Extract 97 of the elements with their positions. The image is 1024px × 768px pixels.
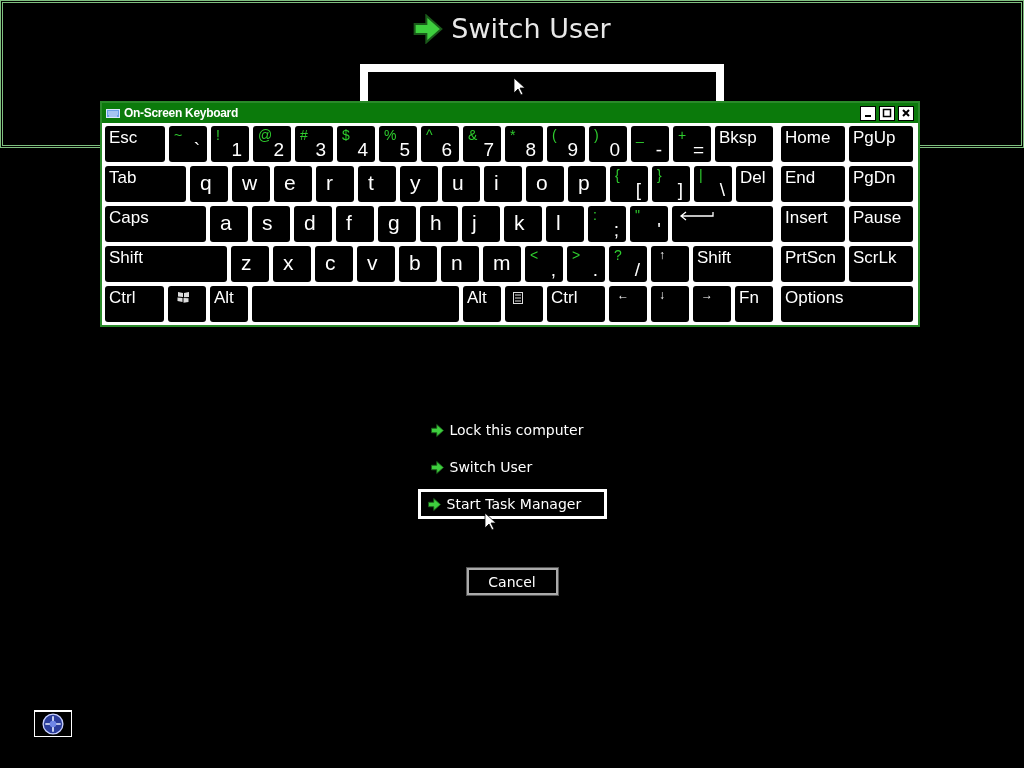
key[interactable]: PgUp <box>849 126 913 162</box>
key[interactable]: Alt <box>463 286 501 322</box>
ease-of-access-button[interactable] <box>34 710 72 737</box>
menu-key[interactable] <box>505 286 543 322</box>
key[interactable]: z <box>231 246 269 282</box>
key[interactable]: > . <box>567 246 605 282</box>
key[interactable]: q <box>190 166 228 202</box>
key[interactable]: → <box>693 286 731 322</box>
arrow-icon <box>429 422 445 438</box>
key[interactable]: ~ ` <box>169 126 207 162</box>
key[interactable]: # 3 <box>295 126 333 162</box>
key[interactable]: " ' <box>630 206 668 242</box>
key[interactable]: } ] <box>652 166 690 202</box>
maximize-button[interactable] <box>879 105 895 121</box>
option-item[interactable]: Switch User <box>417 452 607 482</box>
key[interactable]: Ctrl <box>105 286 164 322</box>
key[interactable]: Shift <box>693 246 773 282</box>
key[interactable]: x <box>273 246 311 282</box>
key[interactable]: y <box>400 166 438 202</box>
key[interactable]: < , <box>525 246 563 282</box>
key[interactable]: j <box>462 206 500 242</box>
option-item[interactable]: Lock this computer <box>417 415 607 445</box>
key[interactable]: Options <box>781 286 913 322</box>
key[interactable]: ! 1 <box>211 126 249 162</box>
key[interactable]: ← <box>609 286 647 322</box>
key[interactable]: Home <box>781 126 845 162</box>
key[interactable]: ) 0 <box>589 126 627 162</box>
arrow-icon <box>413 13 444 44</box>
arrow-icon <box>426 496 442 512</box>
key[interactable]: _ - <box>631 126 669 162</box>
key[interactable]: r <box>316 166 354 202</box>
key[interactable]: PrtScn <box>781 246 845 282</box>
key[interactable]: p <box>568 166 606 202</box>
key[interactable]: v <box>357 246 395 282</box>
key[interactable]: w <box>232 166 270 202</box>
key[interactable]: * 8 <box>505 126 543 162</box>
key[interactable]: Bksp <box>715 126 773 162</box>
key[interactable]: End <box>781 166 845 202</box>
key[interactable]: & 7 <box>463 126 501 162</box>
key[interactable]: h <box>420 206 458 242</box>
key[interactable]: @ 2 <box>253 126 291 162</box>
key[interactable]: i <box>484 166 522 202</box>
close-button[interactable] <box>898 105 914 121</box>
key[interactable]: ↑ <box>651 246 689 282</box>
key[interactable]: Caps <box>105 206 206 242</box>
key[interactable]: l <box>546 206 584 242</box>
key[interactable]: ^ 6 <box>421 126 459 162</box>
key[interactable]: o <box>526 166 564 202</box>
key[interactable]: e <box>274 166 312 202</box>
key[interactable]: s <box>252 206 290 242</box>
key[interactable]: f <box>336 206 374 242</box>
key[interactable]: Tab <box>105 166 186 202</box>
option-item[interactable]: Switch User <box>413 13 611 44</box>
key[interactable]: Pause <box>849 206 913 242</box>
key[interactable]: k <box>504 206 542 242</box>
key[interactable]: Alt <box>210 286 248 322</box>
selected-option[interactable]: Start Task Manager <box>417 489 607 519</box>
key[interactable]: : ; <box>588 206 626 242</box>
minimize-icon <box>865 115 871 117</box>
key[interactable]: ( 9 <box>547 126 585 162</box>
key[interactable]: Del <box>736 166 773 202</box>
minimize-button[interactable] <box>860 105 876 121</box>
key[interactable]: $ 4 <box>337 126 375 162</box>
window-title: On-Screen Keyboard <box>124 106 238 120</box>
windows-key[interactable] <box>168 286 206 322</box>
key[interactable]: Ctrl <box>547 286 605 322</box>
cursor-icon <box>483 512 496 530</box>
key[interactable]: Esc <box>105 126 165 162</box>
key[interactable]: % 5 <box>379 126 417 162</box>
key[interactable]: Shift <box>105 246 227 282</box>
key[interactable]: ScrLk <box>849 246 913 282</box>
key[interactable]: ? / <box>609 246 647 282</box>
enter-key[interactable] <box>672 206 773 242</box>
key[interactable]: { [ <box>610 166 648 202</box>
windows-logo-icon <box>176 291 190 303</box>
keyboard-icon <box>106 108 120 118</box>
key[interactable]: d <box>294 206 332 242</box>
key[interactable]: Fn <box>735 286 773 322</box>
key[interactable]: Insert <box>781 206 845 242</box>
key[interactable]: m <box>483 246 521 282</box>
key[interactable]: u <box>442 166 480 202</box>
cancel-button[interactable]: Cancel <box>466 568 558 595</box>
enter-arrow-icon <box>678 211 714 221</box>
key[interactable]: ↓ <box>651 286 689 322</box>
cursor-icon <box>513 77 525 95</box>
key[interactable]: t <box>358 166 396 202</box>
key[interactable]: PgDn <box>849 166 913 202</box>
close-icon <box>901 108 911 118</box>
menu-icon <box>513 292 523 304</box>
key[interactable]: | \ <box>694 166 732 202</box>
arrow-icon <box>429 459 445 475</box>
key[interactable]: g <box>378 206 416 242</box>
key[interactable]: a <box>210 206 248 242</box>
key[interactable]: c <box>315 246 353 282</box>
key[interactable]: n <box>441 246 479 282</box>
key[interactable]: + = <box>673 126 711 162</box>
key[interactable]: b <box>399 246 437 282</box>
